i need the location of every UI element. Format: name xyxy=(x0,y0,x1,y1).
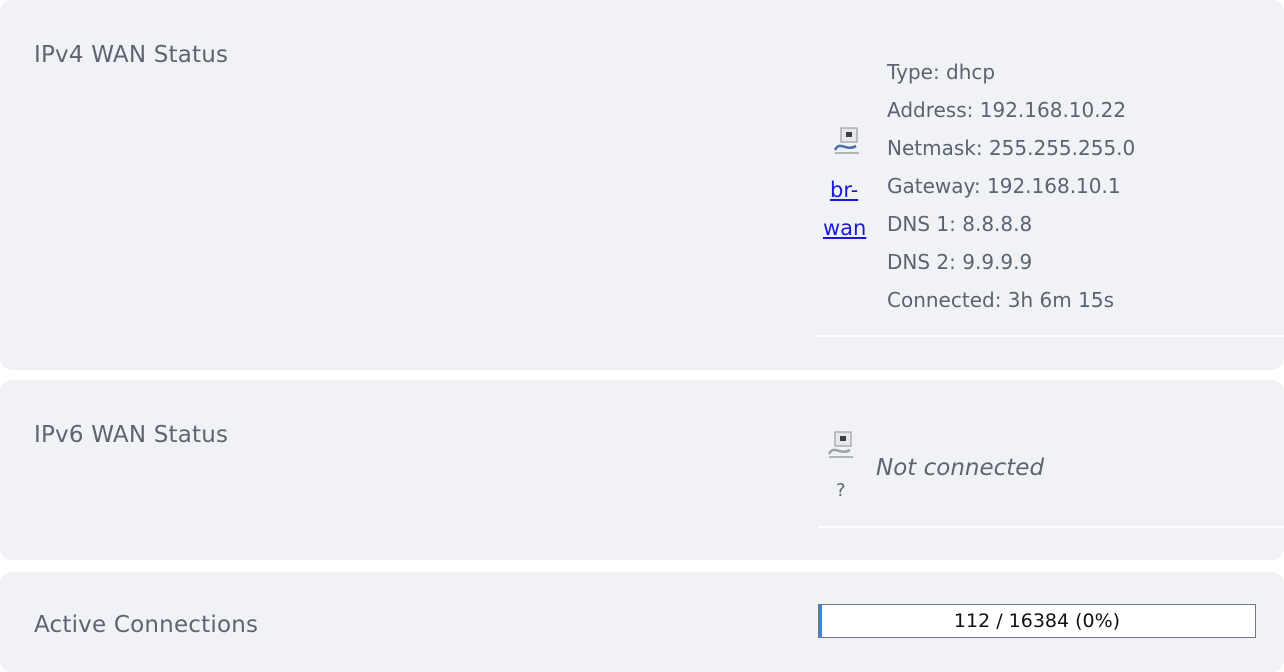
ipv4-dns1: DNS 1: 8.8.8.8 xyxy=(887,212,1033,236)
interface-link-br-wan-line2[interactable]: wan xyxy=(823,209,866,247)
ipv4-connected: Connected: 3h 6m 15s xyxy=(887,288,1114,312)
ipv4-type: Type: dhcp xyxy=(887,60,996,84)
divider xyxy=(818,335,1284,337)
ipv6-wan-status-panel: IPv6 WAN Status xyxy=(0,380,1284,560)
active-connections-progress-text: 112 / 16384 (0%) xyxy=(953,610,1121,632)
network-interface-icon xyxy=(833,127,859,154)
ipv4-gateway: Gateway: 192.168.10.1 xyxy=(887,174,1121,198)
ipv6-status: Not connected xyxy=(876,455,1045,481)
ipv4-dns2: DNS 2: 9.9.9.9 xyxy=(887,250,1033,274)
ipv4-details: Type: dhcp Address: 192.168.10.22 Netmas… xyxy=(887,53,1135,319)
network-interface-icon xyxy=(827,431,853,458)
ipv6-interface-name: ? xyxy=(836,480,846,501)
divider xyxy=(818,526,1284,528)
active-connections-label: Active Connections xyxy=(34,612,259,638)
ipv6-wan-status-label: IPv6 WAN Status xyxy=(34,422,229,448)
interface-link-br-wan-line1[interactable]: br- xyxy=(830,171,858,209)
ipv4-wan-status-label: IPv4 WAN Status xyxy=(34,42,229,68)
active-connections-progress-bar: 112 / 16384 (0%) xyxy=(818,604,1256,638)
ipv4-address: Address: 192.168.10.22 xyxy=(887,98,1127,122)
ipv4-netmask: Netmask: 255.255.255.0 xyxy=(887,136,1136,160)
